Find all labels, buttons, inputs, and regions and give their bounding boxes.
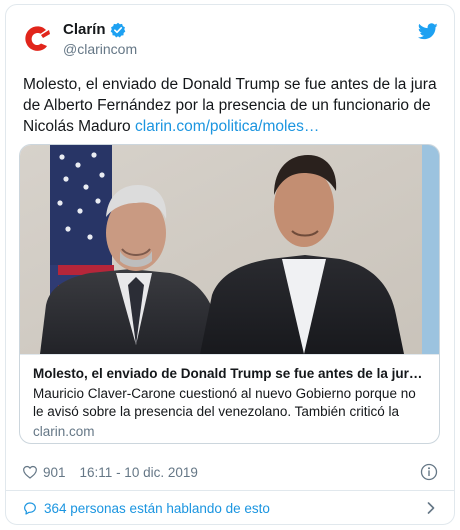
card-photo — [20, 145, 439, 354]
card-title: Molesto, el enviado de Donald Trump se f… — [33, 366, 423, 381]
conversation-link[interactable]: 364 personas están hablando de esto — [22, 498, 438, 518]
speech-bubble-icon — [22, 500, 38, 516]
heart-icon[interactable] — [22, 464, 38, 480]
timestamp[interactable]: 16:11 - 10 dic. 2019 — [80, 465, 198, 480]
account-names[interactable]: Clarín @clarincom — [63, 21, 137, 58]
conversation-label: 364 personas están hablando de esto — [44, 500, 270, 516]
card-body[interactable]: Molesto, el enviado de Donald Trump se f… — [20, 354, 439, 443]
tweet-link[interactable]: clarin.com/politica/moles… — [135, 118, 319, 135]
chevron-right-icon — [424, 501, 438, 515]
tweet-text: Molesto, el enviado de Donald Trump se f… — [23, 74, 443, 137]
tweet-meta: 901 16:11 - 10 dic. 2019 — [22, 462, 438, 482]
divider — [6, 490, 454, 491]
avatar[interactable] — [19, 21, 55, 57]
info-icon[interactable] — [420, 463, 438, 481]
verified-badge-icon — [110, 22, 126, 38]
card-image[interactable] — [20, 145, 439, 354]
twitter-bird-icon[interactable] — [417, 23, 438, 40]
clarin-logo-icon — [20, 22, 54, 56]
like-count[interactable]: 901 — [43, 465, 66, 480]
tweet-card[interactable]: Clarín @clarincom Molesto, el enviado de… — [5, 4, 455, 525]
display-name-row: Clarín — [63, 21, 137, 39]
card-description: Mauricio Claver-Carone cuestionó al nuev… — [33, 386, 416, 419]
tweet-header: Clarín @clarincom — [6, 5, 454, 65]
handle: @clarincom — [63, 41, 138, 57]
link-card[interactable]: Molesto, el enviado de Donald Trump se f… — [19, 144, 440, 444]
display-name: Clarín — [63, 21, 106, 38]
card-domain: clarin.com — [33, 424, 95, 439]
